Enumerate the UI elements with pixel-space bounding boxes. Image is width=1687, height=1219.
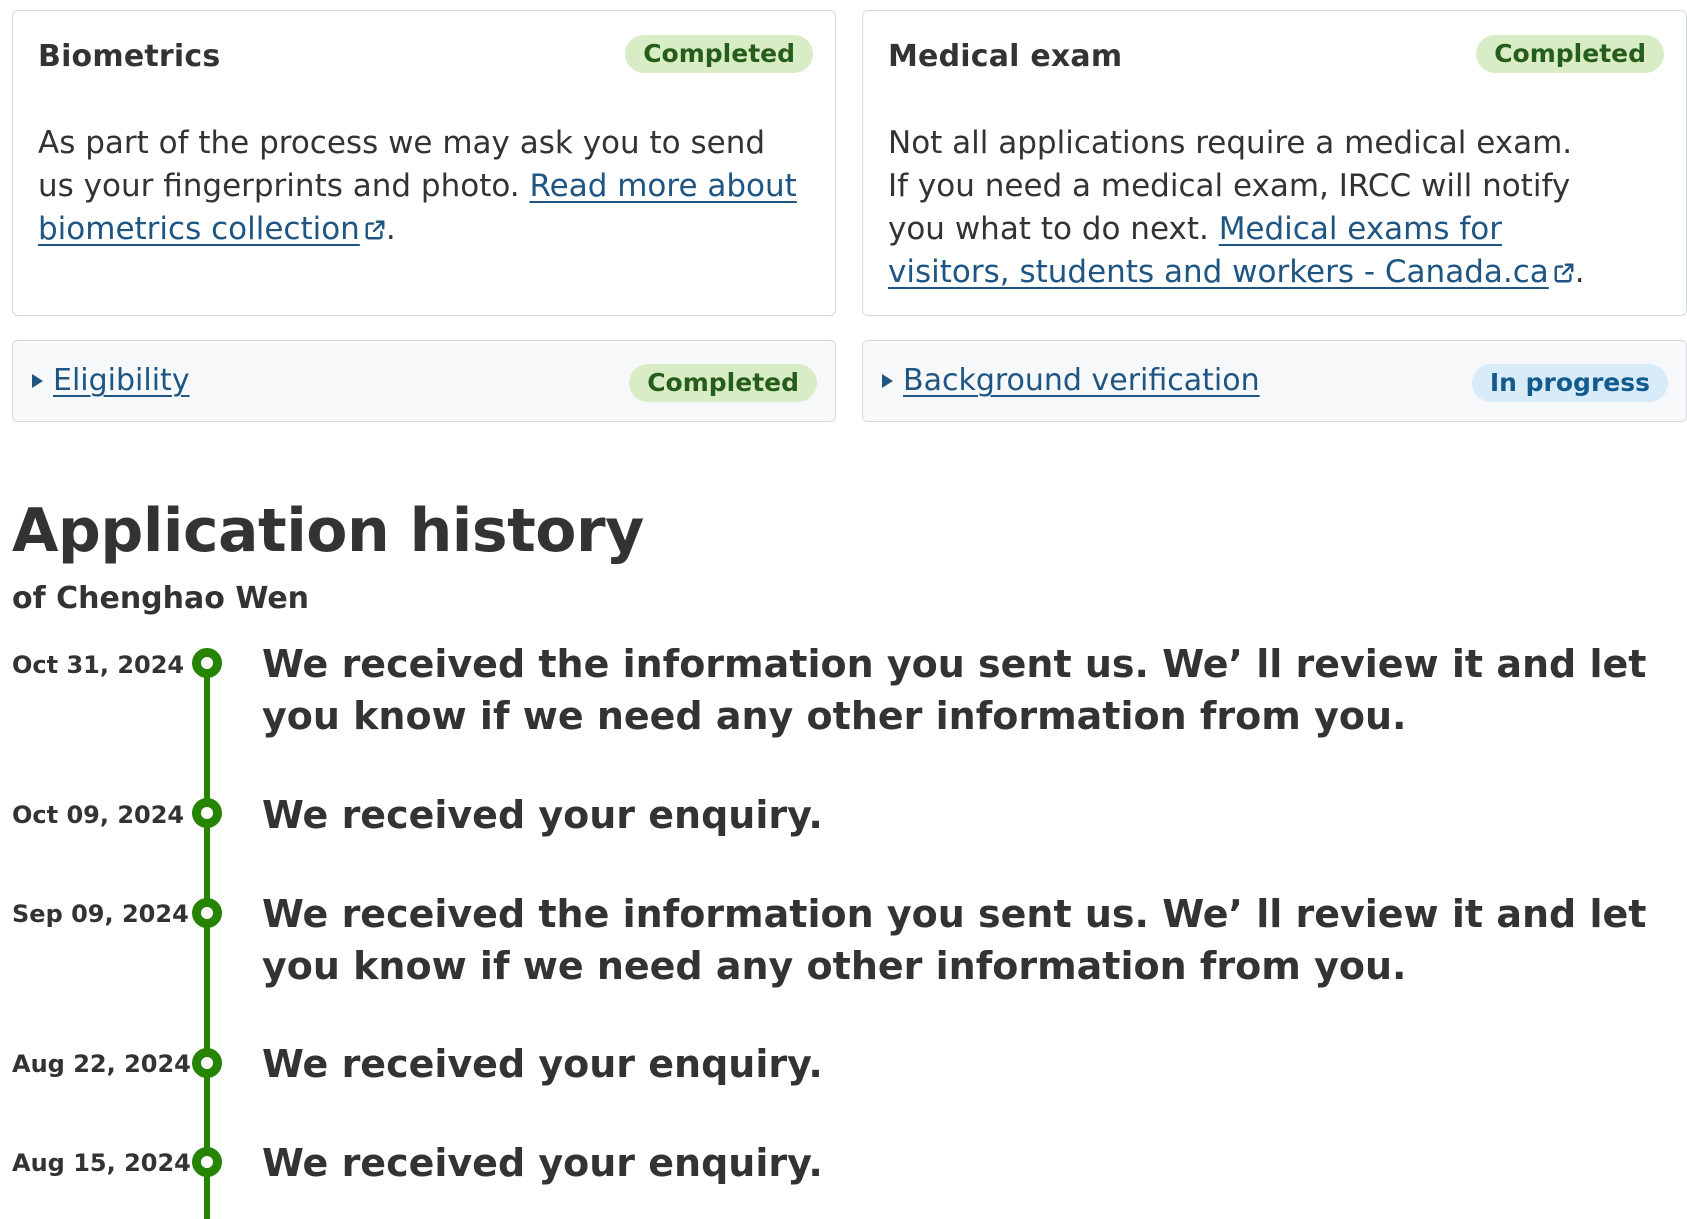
event-description: We received your enquiry. <box>262 1042 823 1086</box>
timeline-dot-icon <box>192 1048 222 1078</box>
timeline-dot-icon <box>192 648 222 678</box>
biometrics-trailing: . <box>385 211 396 247</box>
application-history-subtitle: of Chenghao Wen <box>12 581 310 616</box>
caret-right-icon[interactable] <box>32 374 43 388</box>
biometrics-status-badge: Completed <box>625 35 813 73</box>
eligibility-accordion[interactable]: Eligibility Completed <box>12 340 836 422</box>
external-link-icon <box>1554 263 1574 283</box>
external-link-icon <box>365 220 385 240</box>
medical-exam-status-badge: Completed <box>1476 35 1664 73</box>
event-description: We received the information you sent us.… <box>262 892 1647 988</box>
background-verification-accordion[interactable]: Background verification In progress <box>862 340 1687 422</box>
medical-exam-title: Medical exam <box>888 39 1123 74</box>
event-date: Aug 22, 2024 <box>12 1050 191 1078</box>
medical-exam-card: Medical exam Completed Not all applicati… <box>862 10 1687 316</box>
event-date: Aug 15, 2024 <box>12 1149 191 1177</box>
medical-exam-description: Not all applications require a medical e… <box>888 122 1588 294</box>
caret-right-icon[interactable] <box>882 374 893 388</box>
timeline-dot-icon <box>192 898 222 928</box>
application-history-title: Application history <box>12 496 644 566</box>
medical-exam-trailing: . <box>1574 254 1585 290</box>
biometrics-description: As part of the process we may ask you to… <box>38 122 798 251</box>
event-description: We received your enquiry. <box>262 1141 823 1185</box>
event-description: We received your enquiry. <box>262 793 823 837</box>
timeline-line <box>204 662 210 1219</box>
timeline-dot-icon <box>192 1147 222 1177</box>
event-date: Oct 31, 2024 <box>12 651 185 679</box>
background-verification-toggle-link[interactable]: Background verification <box>903 363 1260 399</box>
timeline-dot-icon <box>192 798 222 828</box>
background-verification-status-badge: In progress <box>1471 364 1668 402</box>
event-description: We received the information you sent us.… <box>262 642 1647 738</box>
event-date: Oct 09, 2024 <box>12 801 185 829</box>
eligibility-status-badge: Completed <box>629 364 817 402</box>
event-date: Sep 09, 2024 <box>12 900 189 928</box>
biometrics-card: Biometrics Completed As part of the proc… <box>12 10 836 316</box>
biometrics-title: Biometrics <box>38 39 221 74</box>
eligibility-toggle-link[interactable]: Eligibility <box>53 363 190 399</box>
